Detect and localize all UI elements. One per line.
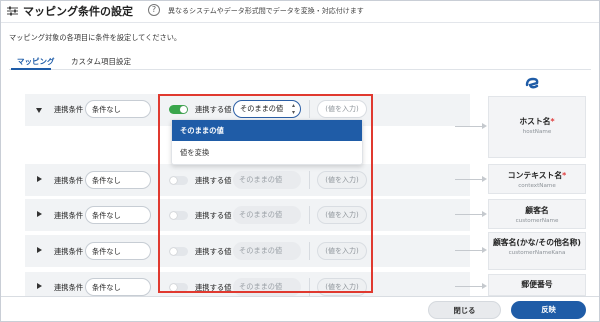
settings-sliders-icon bbox=[7, 6, 18, 16]
header-divider bbox=[1, 22, 599, 23]
condition-field[interactable]: 条件なし bbox=[85, 206, 151, 224]
target-field: 顧客名(かな/その他名称) customerNameKana bbox=[488, 232, 586, 270]
arrow-head-icon bbox=[482, 123, 487, 129]
target-field-key: customerName bbox=[515, 218, 559, 224]
active-tab-indicator bbox=[11, 68, 51, 70]
mapping-arrow bbox=[455, 179, 483, 180]
condition-field[interactable]: 条件なし bbox=[85, 242, 151, 260]
tab-mapping[interactable]: マッピング bbox=[17, 56, 55, 67]
arrow-head-icon bbox=[482, 176, 487, 182]
chevron-down-icon[interactable] bbox=[36, 108, 42, 113]
arrow-head-icon bbox=[482, 247, 487, 253]
condition-field[interactable]: 条件なし bbox=[85, 278, 151, 296]
page-title: マッピング条件の設定 bbox=[23, 5, 133, 18]
close-button[interactable]: 閉じる bbox=[428, 301, 501, 319]
mapping-arrow bbox=[455, 250, 483, 251]
mapping-arrow bbox=[455, 286, 483, 287]
condition-label: 連携条件 bbox=[54, 176, 84, 185]
condition-label: 連携条件 bbox=[54, 211, 84, 220]
mapping-arrow bbox=[455, 214, 483, 215]
target-field-name: ホスト名* bbox=[519, 117, 555, 126]
dialog-frame: マッピング条件の設定 ? 異なるシステムやデータ形式間でデータを変換・対応付けま… bbox=[0, 0, 600, 322]
apply-button[interactable]: 反映 bbox=[511, 301, 586, 319]
target-field: 郵便番号 bbox=[488, 274, 586, 296]
target-field-name: コンテキスト名* bbox=[507, 171, 567, 180]
dropdown-option-convert[interactable]: 値を変換 bbox=[172, 142, 362, 163]
condition-label: 連携条件 bbox=[54, 105, 84, 114]
dropdown-option-as-is[interactable]: そのままの値 bbox=[172, 120, 362, 141]
chevron-right-icon[interactable] bbox=[37, 176, 42, 182]
condition-field[interactable]: 条件なし bbox=[85, 171, 151, 189]
target-field: 顧客名 customerName bbox=[488, 199, 586, 229]
target-field-name: 顧客名(かな/その他名称) bbox=[493, 238, 581, 247]
footer-divider bbox=[1, 296, 599, 297]
arrow-head-icon bbox=[482, 283, 487, 289]
chevron-right-icon[interactable] bbox=[37, 211, 42, 217]
target-system-logo-icon bbox=[525, 77, 539, 89]
target-field-key: contextName bbox=[518, 183, 556, 189]
tab-divider bbox=[9, 69, 591, 70]
target-field-name: 郵便番号 bbox=[521, 280, 553, 289]
target-field-key: customerNameKana bbox=[508, 250, 566, 256]
header-description: 異なるシステムやデータ形式間でデータを変換・対応付けます bbox=[168, 7, 364, 15]
condition-label: 連携条件 bbox=[54, 247, 84, 256]
chevron-right-icon[interactable] bbox=[37, 283, 42, 289]
target-field: ホスト名* hostName bbox=[488, 96, 586, 158]
target-field-key: hostName bbox=[522, 129, 552, 135]
mapping-arrow bbox=[455, 126, 483, 127]
chevron-right-icon[interactable] bbox=[37, 247, 42, 253]
condition-label: 連携条件 bbox=[54, 283, 84, 292]
instruction-text: マッピング対象の各項目に条件を設定してください。 bbox=[9, 33, 182, 42]
target-field: コンテキスト名* contextName bbox=[488, 164, 586, 194]
arrow-head-icon bbox=[482, 211, 487, 217]
help-icon[interactable]: ? bbox=[148, 4, 160, 16]
condition-field[interactable]: 条件なし bbox=[85, 100, 151, 118]
value-mode-dropdown: そのままの値 値を変換 bbox=[171, 119, 363, 165]
target-field-name: 顧客名 bbox=[525, 206, 549, 215]
tab-custom-fields[interactable]: カスタム項目設定 bbox=[71, 56, 131, 67]
dialog-header: マッピング条件の設定 ? 異なるシステムやデータ形式間でデータを変換・対応付けま… bbox=[1, 1, 599, 19]
